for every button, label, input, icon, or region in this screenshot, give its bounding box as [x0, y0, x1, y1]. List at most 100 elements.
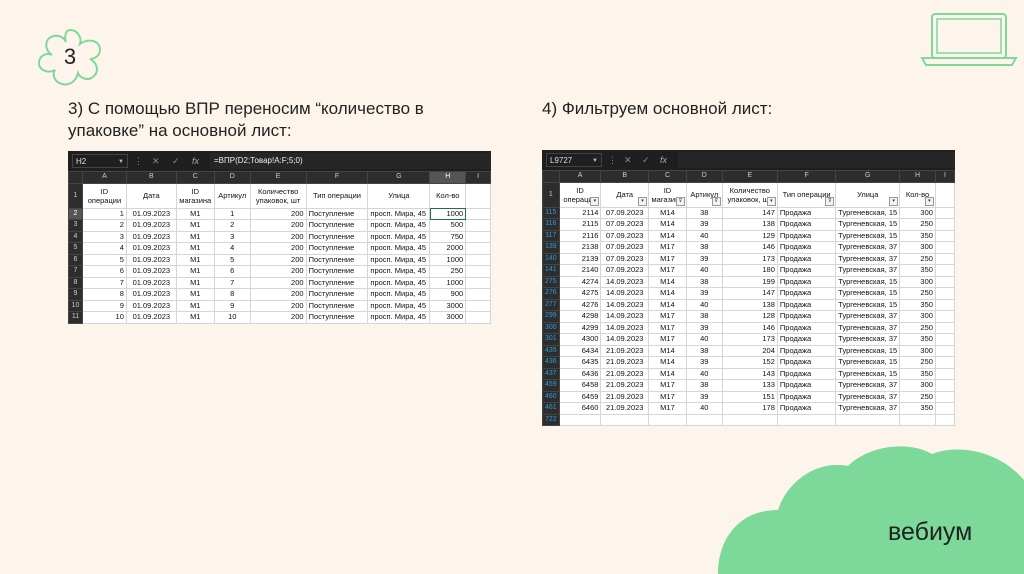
- table-cell[interactable]: 38: [685, 379, 723, 392]
- row-header[interactable]: 299: [542, 310, 560, 323]
- table-cell[interactable]: 128: [721, 310, 778, 323]
- column-header-e[interactable]: E: [721, 170, 778, 183]
- table-cell[interactable]: 9: [81, 299, 127, 312]
- column-header-b[interactable]: B: [600, 170, 650, 183]
- table-cell[interactable]: M1: [175, 230, 215, 243]
- table-cell[interactable]: 1: [213, 207, 251, 220]
- filter-dropdown-icon[interactable]: ▾: [638, 196, 648, 206]
- table-cell[interactable]: 07.09.2023: [600, 264, 650, 277]
- table-cell[interactable]: 2: [81, 219, 127, 232]
- table-cell[interactable]: 2: [213, 219, 251, 232]
- table-cell[interactable]: просп. Мира, 45: [367, 207, 431, 220]
- table-cell[interactable]: просп. Мира, 45: [367, 242, 431, 255]
- table-cell[interactable]: 250: [899, 252, 936, 265]
- table-cell[interactable]: Поступление: [305, 230, 369, 243]
- row-header[interactable]: 3: [68, 219, 83, 232]
- table-cell[interactable]: Тургеневская, 15: [835, 298, 901, 311]
- table-cell[interactable]: просп. Мира, 45: [367, 230, 431, 243]
- table-cell[interactable]: M17: [648, 241, 687, 254]
- table-cell[interactable]: 350: [899, 264, 936, 277]
- row-header[interactable]: 7: [68, 265, 83, 278]
- table-cell[interactable]: 39: [685, 218, 723, 231]
- table-cell[interactable]: [934, 310, 956, 323]
- table-cell[interactable]: 6436: [558, 367, 602, 380]
- table-cell[interactable]: Продажа: [776, 275, 837, 288]
- table-cell[interactable]: M17: [648, 252, 687, 265]
- table-cell[interactable]: 40: [685, 367, 723, 380]
- table-cell[interactable]: 750: [429, 230, 467, 243]
- table-cell[interactable]: M14: [648, 367, 687, 380]
- name-box[interactable]: L9727 ▼: [546, 153, 602, 167]
- table-cell[interactable]: Тургеневская, 37: [835, 333, 901, 346]
- table-cell[interactable]: 1000: [429, 207, 467, 220]
- table-cell[interactable]: 6435: [558, 356, 602, 369]
- table-cell[interactable]: 4298: [558, 310, 602, 323]
- table-cell[interactable]: Продажа: [776, 333, 837, 346]
- column-header-c[interactable]: C: [648, 170, 687, 183]
- table-cell[interactable]: [648, 413, 687, 426]
- row-header[interactable]: 5: [68, 242, 83, 255]
- table-cell[interactable]: 152: [721, 356, 778, 369]
- table-cell[interactable]: 250: [899, 218, 936, 231]
- table-cell[interactable]: Тургеневская, 37: [835, 321, 901, 334]
- table-cell[interactable]: Продажа: [776, 321, 837, 334]
- row-header[interactable]: 461: [542, 402, 560, 415]
- table-cell[interactable]: 200: [249, 219, 307, 232]
- table-cell[interactable]: 38: [685, 241, 723, 254]
- table-cell[interactable]: M17: [648, 310, 687, 323]
- table-cell[interactable]: 1000: [429, 253, 467, 266]
- row-header[interactable]: 6: [68, 253, 83, 266]
- column-header-e[interactable]: E: [249, 171, 307, 184]
- table-cell[interactable]: 6459: [558, 390, 602, 403]
- table-cell[interactable]: [776, 413, 837, 426]
- table-cell[interactable]: 300: [899, 241, 936, 254]
- table-cell[interactable]: [465, 288, 491, 301]
- table-cell[interactable]: [465, 230, 491, 243]
- table-cell[interactable]: [558, 413, 602, 426]
- table-cell[interactable]: 01.09.2023: [125, 299, 177, 312]
- select-all-corner[interactable]: [68, 171, 83, 184]
- table-cell[interactable]: 10: [81, 311, 127, 324]
- table-cell[interactable]: 21.09.2023: [600, 356, 650, 369]
- row-header[interactable]: 116: [542, 218, 560, 231]
- column-header-i[interactable]: I: [934, 170, 956, 183]
- table-cell[interactable]: [934, 241, 956, 254]
- table-cell[interactable]: Продажа: [776, 310, 837, 323]
- table-cell[interactable]: 2115: [558, 218, 602, 231]
- table-cell[interactable]: [899, 413, 936, 426]
- table-cell[interactable]: 39: [685, 252, 723, 265]
- table-cell[interactable]: 01.09.2023: [125, 253, 177, 266]
- table-cell[interactable]: [934, 367, 956, 380]
- table-cell[interactable]: [465, 299, 491, 312]
- table-cell[interactable]: 200: [249, 265, 307, 278]
- table-cell[interactable]: 143: [721, 367, 778, 380]
- table-cell[interactable]: Тургеневская, 15: [835, 287, 901, 300]
- table-cell[interactable]: Продажа: [776, 241, 837, 254]
- row-header[interactable]: 9: [68, 288, 83, 301]
- table-cell[interactable]: M14: [648, 344, 687, 357]
- table-cell[interactable]: M1: [175, 207, 215, 220]
- row-header[interactable]: 2: [68, 207, 83, 220]
- chevron-down-icon[interactable]: ▼: [118, 155, 124, 169]
- table-cell[interactable]: M14: [648, 275, 687, 288]
- table-cell[interactable]: 38: [685, 310, 723, 323]
- column-header-i[interactable]: I: [465, 171, 491, 184]
- table-cell[interactable]: 07.09.2023: [600, 252, 650, 265]
- fx-icon[interactable]: fx: [660, 153, 667, 167]
- column-header-g[interactable]: G: [367, 171, 431, 184]
- table-cell[interactable]: 01.09.2023: [125, 311, 177, 324]
- table-cell[interactable]: 300: [899, 310, 936, 323]
- table-cell[interactable]: 21.09.2023: [600, 390, 650, 403]
- row-header[interactable]: 115: [542, 206, 560, 219]
- table-cell[interactable]: 01.09.2023: [125, 288, 177, 301]
- row-header[interactable]: 300: [542, 321, 560, 334]
- filter-active-icon[interactable]: ⊽: [825, 196, 835, 206]
- table-cell[interactable]: [934, 402, 956, 415]
- cancel-icon[interactable]: ✕: [152, 154, 160, 168]
- table-cell[interactable]: 6: [81, 265, 127, 278]
- table-cell[interactable]: 6460: [558, 402, 602, 415]
- table-cell[interactable]: 8: [213, 288, 251, 301]
- table-cell[interactable]: 3: [213, 230, 251, 243]
- table-cell[interactable]: 350: [899, 298, 936, 311]
- table-cell[interactable]: 2116: [558, 229, 602, 242]
